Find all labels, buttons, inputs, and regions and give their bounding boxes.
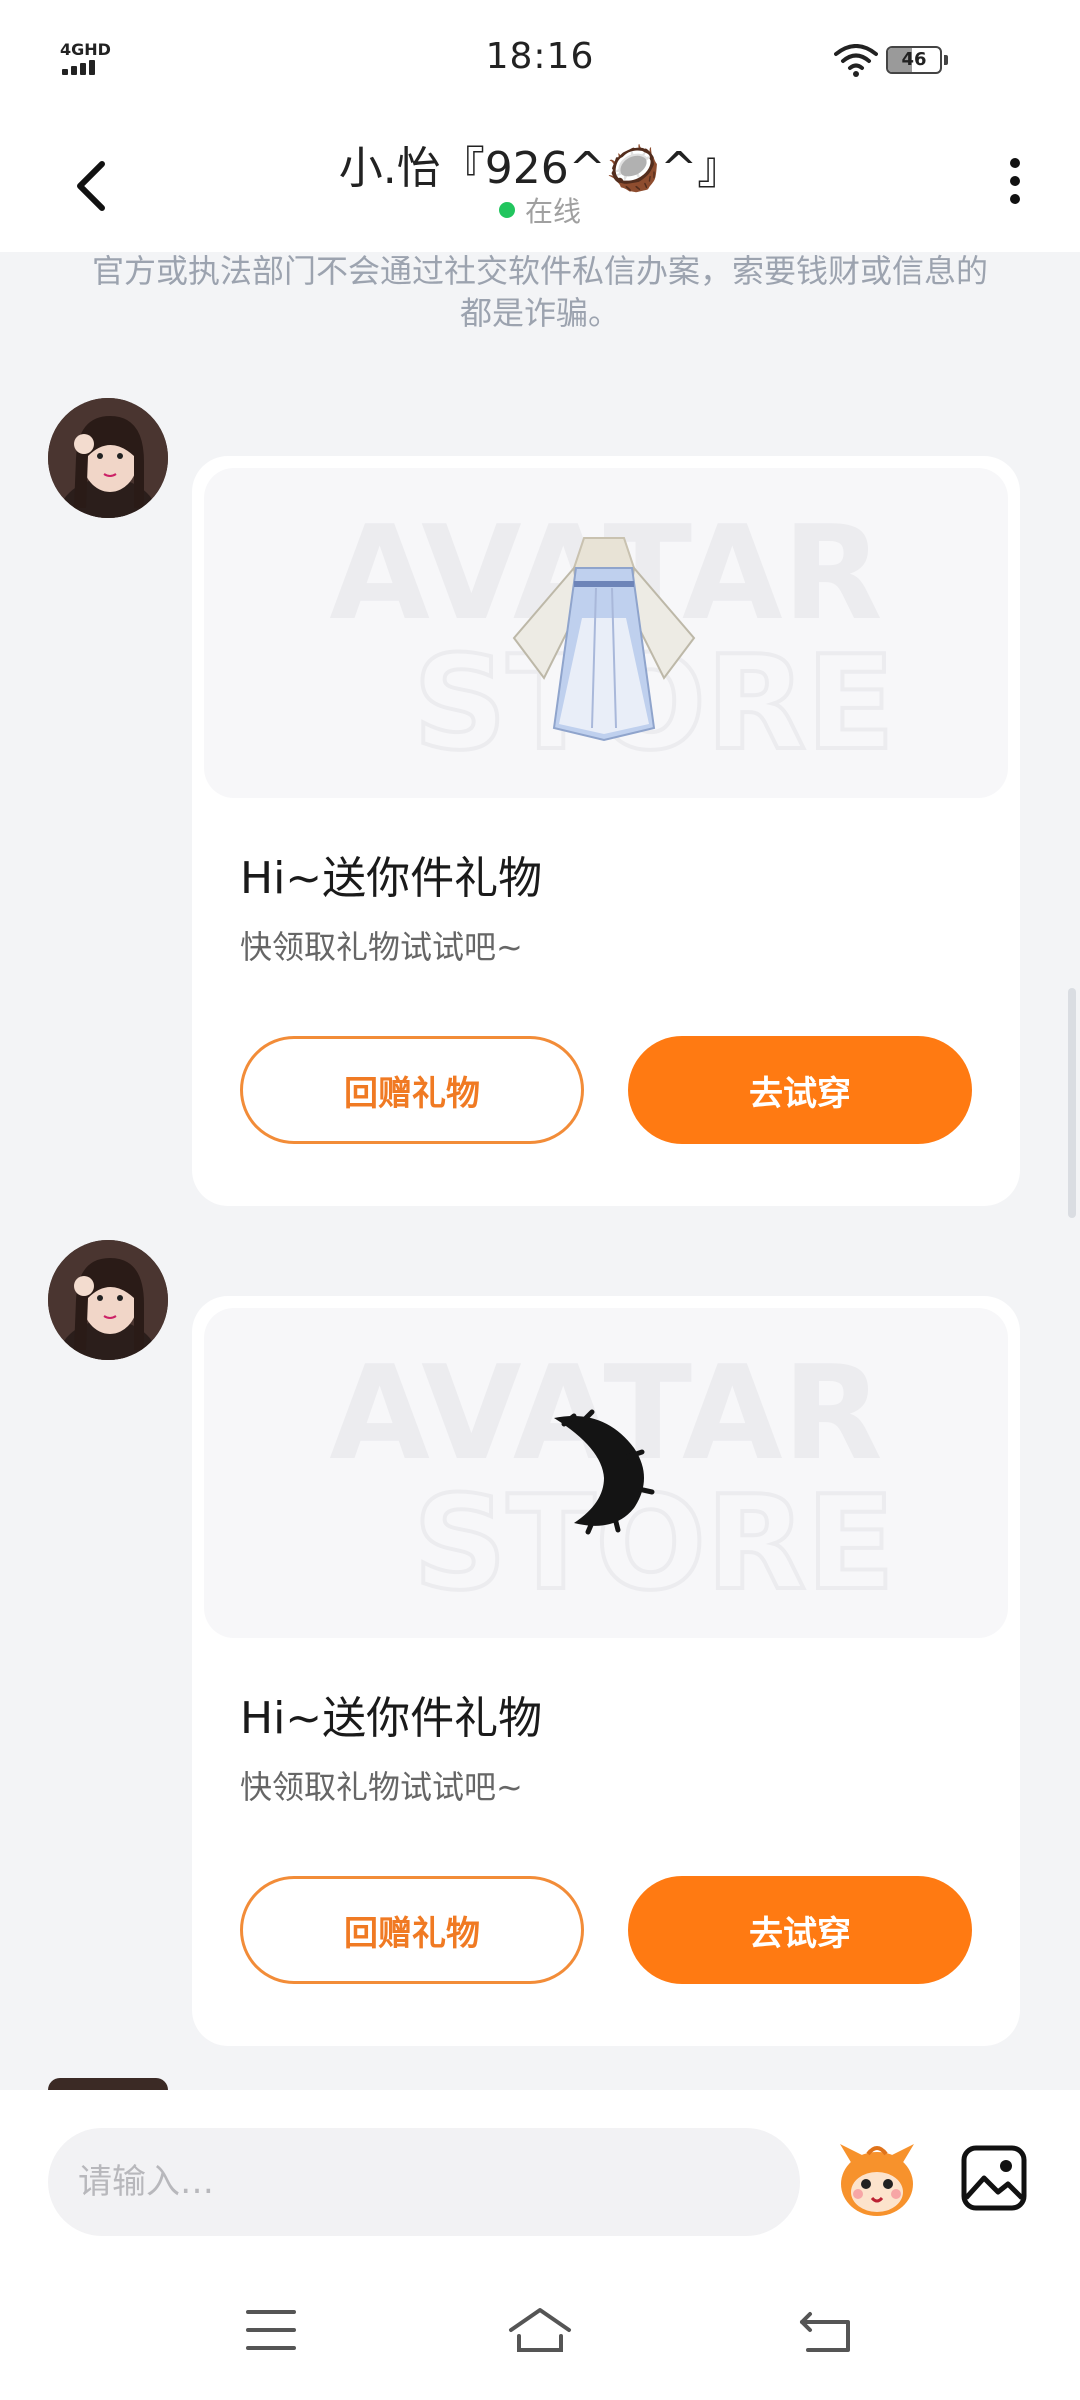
gift-item-preview[interactable]: AVATAR STORE bbox=[204, 468, 1008, 798]
avatar-photo bbox=[48, 1240, 168, 1360]
message-input-bar bbox=[0, 2090, 1080, 2260]
mascot-emoji-button[interactable] bbox=[832, 2134, 922, 2224]
chat-header: 小.怡『926^🥥^』 在线 bbox=[0, 120, 1080, 252]
message-input[interactable] bbox=[48, 2128, 800, 2236]
online-status-label: 在线 bbox=[524, 195, 581, 228]
gift-message-card[interactable]: AVATAR STORE Hi~送你件礼物 快领取礼物试试吧~ 回赠礼物 去试穿 bbox=[192, 456, 1020, 1206]
mascot-icon bbox=[840, 2144, 914, 2216]
send-image-button[interactable] bbox=[958, 2142, 1030, 2214]
return-gift-button[interactable]: 回赠礼物 bbox=[240, 1876, 584, 1984]
nav-menu-button[interactable] bbox=[236, 2300, 306, 2360]
sender-avatar[interactable] bbox=[48, 1240, 168, 1360]
system-nav-bar bbox=[0, 2260, 1080, 2400]
back-arrow-icon bbox=[800, 2312, 850, 2352]
battery-level: 46 bbox=[901, 49, 927, 70]
status-bar: 4GHD 18:16 46 bbox=[0, 0, 1080, 120]
gift-title: Hi~送你件礼物 bbox=[240, 853, 543, 904]
sender-avatar-partial bbox=[48, 2078, 168, 2090]
scrollbar[interactable] bbox=[1068, 988, 1076, 1218]
online-dot-icon bbox=[498, 202, 515, 218]
nav-back-button[interactable] bbox=[790, 2300, 860, 2360]
avatar-photo bbox=[48, 398, 168, 518]
wifi-icon bbox=[834, 44, 878, 77]
gift-title: Hi~送你件礼物 bbox=[240, 1693, 543, 1744]
return-gift-button[interactable]: 回赠礼物 bbox=[240, 1036, 584, 1144]
image-icon bbox=[961, 2145, 1027, 2211]
online-status: 在线 bbox=[0, 190, 1080, 230]
battery-tip bbox=[944, 55, 948, 65]
fur-tail-icon bbox=[554, 1409, 655, 1535]
gift-item-preview[interactable]: AVATAR STORE bbox=[204, 1308, 1008, 1638]
gift-message-card[interactable]: AVATAR STORE Hi~送你件礼物 快领取礼物试试吧~ 回赠礼物 去试穿 bbox=[192, 1296, 1020, 2046]
contact-name: 小.怡『926^🥥^』 bbox=[338, 143, 742, 194]
nav-home-button[interactable] bbox=[505, 2300, 575, 2360]
battery-icon: 46 bbox=[886, 46, 942, 74]
home-icon bbox=[509, 2308, 571, 2352]
sender-avatar[interactable] bbox=[48, 398, 168, 518]
gift-subtitle: 快领取礼物试试吧~ bbox=[240, 1768, 523, 1806]
try-on-button[interactable]: 去试穿 bbox=[628, 1036, 972, 1144]
more-options-button[interactable] bbox=[990, 150, 1040, 220]
fraud-notice: 官方或执法部门不会通过社交软件私信办案，索要钱财或信息的都是诈骗。 bbox=[91, 252, 988, 332]
hanfu-dress-icon bbox=[512, 537, 696, 742]
gift-subtitle: 快领取礼物试试吧~ bbox=[240, 928, 523, 966]
try-on-button[interactable]: 去试穿 bbox=[628, 1876, 972, 1984]
menu-icon bbox=[246, 2310, 296, 2350]
